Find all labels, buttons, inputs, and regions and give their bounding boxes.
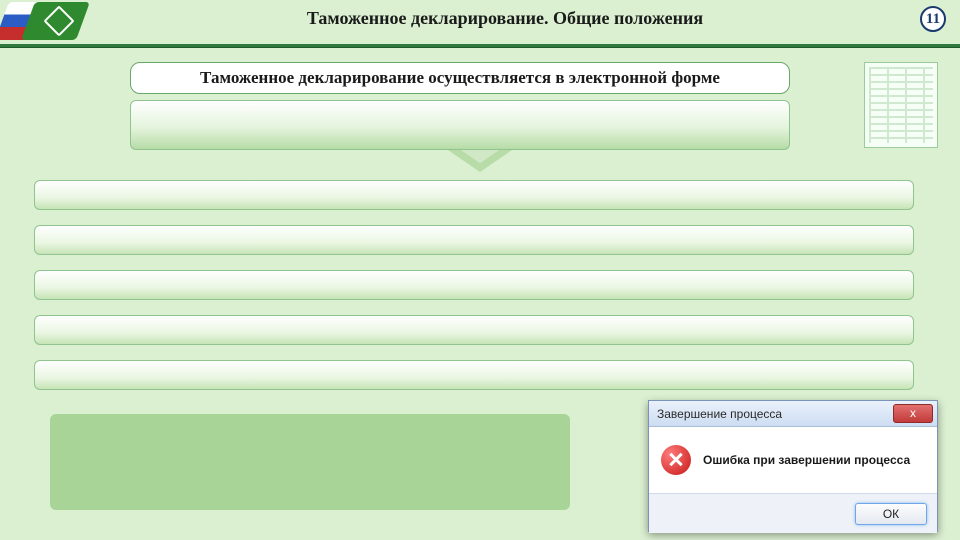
ok-button[interactable]: ОК: [855, 503, 927, 525]
intro-panel: [130, 100, 790, 150]
close-button[interactable]: x: [893, 404, 933, 423]
content-row: [34, 225, 914, 255]
dialog-message: Ошибка при завершении процесса: [703, 453, 910, 467]
bottom-panel: [50, 414, 570, 510]
content-row: [34, 270, 914, 300]
dialog-body: Ошибка при завершении процесса: [649, 427, 937, 493]
error-icon: [661, 445, 691, 475]
dialog-title: Завершение процесса: [649, 407, 782, 421]
page-title: Таможенное декларирование. Общие положен…: [100, 8, 910, 29]
header-divider: [0, 44, 960, 48]
dialog-footer: ОК: [649, 493, 937, 533]
error-dialog: Завершение процесса x Ошибка при заверше…: [648, 400, 938, 532]
declaration-form-thumbnail: [864, 62, 938, 148]
content-row: [34, 180, 914, 210]
dialog-titlebar: Завершение процесса x: [649, 401, 937, 427]
header: Таможенное декларирование. Общие положен…: [0, 0, 960, 42]
content-row: [34, 315, 914, 345]
content-row: [34, 360, 914, 390]
subtitle-box: Таможенное декларирование осуществляется…: [130, 62, 790, 94]
arrow-down-icon: [448, 150, 512, 172]
page-number-badge: 11: [920, 6, 946, 32]
